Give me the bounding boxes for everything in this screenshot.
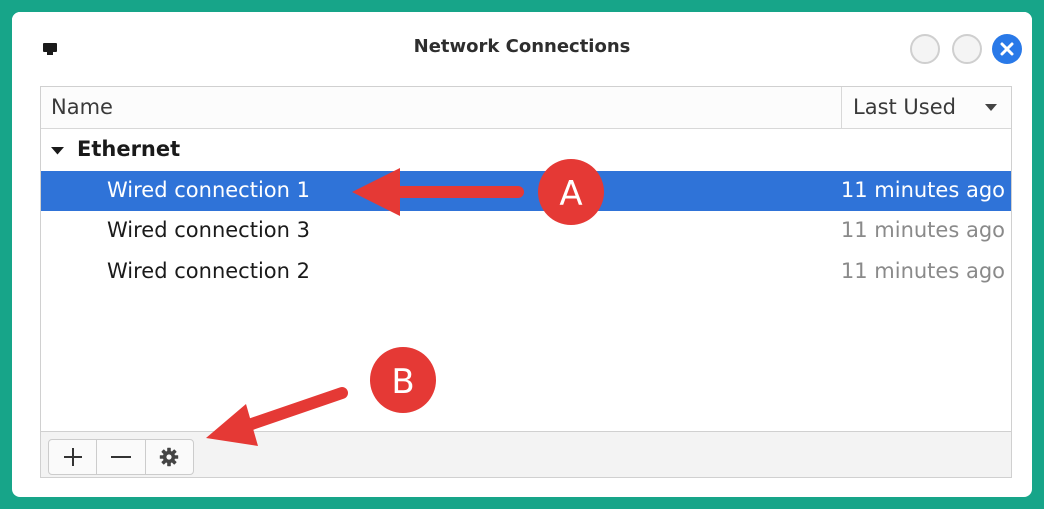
annotation-overlay: A B: [206, 159, 604, 446]
annotation-label-b: B: [391, 362, 414, 402]
annotation-badge-b: B: [370, 347, 436, 413]
annotation-arrow-a: [352, 168, 524, 216]
annotation-badge-a: A: [538, 159, 604, 225]
annotation-arrow-b: [206, 387, 348, 446]
annotation-label-a: A: [559, 174, 582, 214]
